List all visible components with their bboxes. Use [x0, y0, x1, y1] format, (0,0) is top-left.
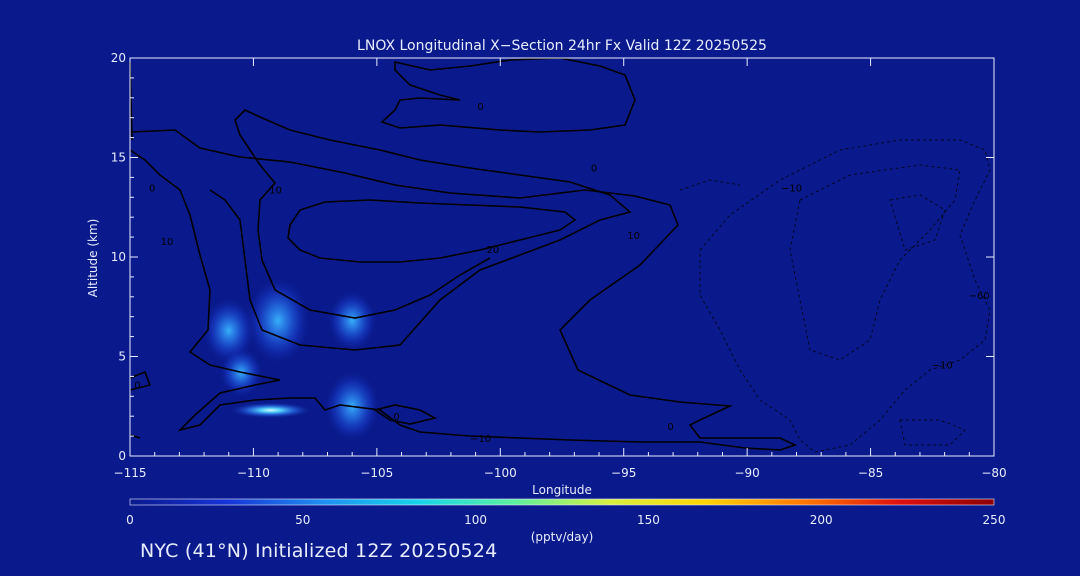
colorbar-tick-label: 50	[295, 513, 310, 527]
contour-label: −10	[932, 360, 953, 371]
x-tick-label: −105	[360, 466, 393, 480]
heatmap-cell	[245, 276, 311, 365]
contour-label: −10	[781, 183, 802, 194]
colorbar-tick-label: 150	[637, 513, 660, 527]
x-tick-label: −90	[734, 466, 759, 480]
contour-label: 0	[149, 183, 155, 194]
contour-label: 0	[134, 380, 140, 391]
contour-label: 0	[477, 102, 483, 113]
heatmap-layer	[202, 276, 381, 443]
colorbar-tick-label: 200	[810, 513, 833, 527]
colorbar-ticks: 0 50 100 150 200 250	[126, 513, 1005, 527]
contour-low	[373, 404, 438, 425]
x-tick-label: −115	[114, 466, 147, 480]
contour-label: 0	[393, 412, 399, 423]
contour-neg-4	[899, 419, 966, 446]
colorbar-tick-label: 250	[983, 513, 1006, 527]
footer-init-text: NYC (41°N) Initialized 12Z 20250524	[140, 540, 498, 562]
colorbar-tick-label: 0	[126, 513, 134, 527]
x-tick-label: −85	[858, 466, 883, 480]
chart-canvas: LNOX Longitudinal X−Section 24hr Fx Vali…	[86, 38, 1007, 544]
contour-label: 10	[269, 185, 282, 196]
contour-20	[287, 199, 577, 263]
x-tick-label: −95	[611, 466, 636, 480]
contour-label: 0	[667, 422, 673, 433]
plot-frame	[129, 57, 995, 457]
contour-label: −10	[470, 434, 491, 445]
contour-label: 10	[627, 231, 640, 242]
contour-label: −60	[969, 291, 990, 302]
contour-top	[380, 57, 636, 133]
x-tick-label: −80	[981, 466, 1006, 480]
contour-neg-5	[679, 179, 741, 191]
contour-label: 0	[591, 163, 597, 174]
colorbar	[129, 498, 995, 506]
contour-lines	[129, 57, 798, 451]
y-tick-label: 10	[111, 250, 126, 264]
contour-neg-1	[699, 139, 991, 453]
chart-title: LNOX Longitudinal X−Section 24hr Fx Vali…	[357, 38, 767, 54]
y-axis-label: Altitude (km)	[86, 219, 100, 298]
contour-neg-3	[889, 194, 946, 251]
colorbar-label: (pptv/day)	[531, 530, 594, 544]
y-tick-label: 0	[118, 449, 126, 463]
x-tick-label: −110	[237, 466, 270, 480]
x-tick-label: −100	[484, 466, 517, 480]
contour-labels: 0 10 0 0 10 20 10 0 0 0 −10 −10 −60 −10	[134, 102, 990, 445]
x-axis-label: Longitude	[532, 483, 592, 497]
contour-neg-2	[789, 164, 961, 361]
heatmap-cell	[228, 402, 313, 419]
y-tick-label: 5	[118, 350, 126, 364]
heatmap-cell	[327, 290, 378, 352]
y-tick-label: 20	[111, 51, 126, 65]
y-tick-label: 15	[111, 151, 126, 165]
contour-label: 20	[487, 245, 500, 256]
contour-outer	[129, 129, 798, 451]
colorbar-tick-label: 100	[464, 513, 487, 527]
contour-label: 10	[161, 237, 174, 248]
